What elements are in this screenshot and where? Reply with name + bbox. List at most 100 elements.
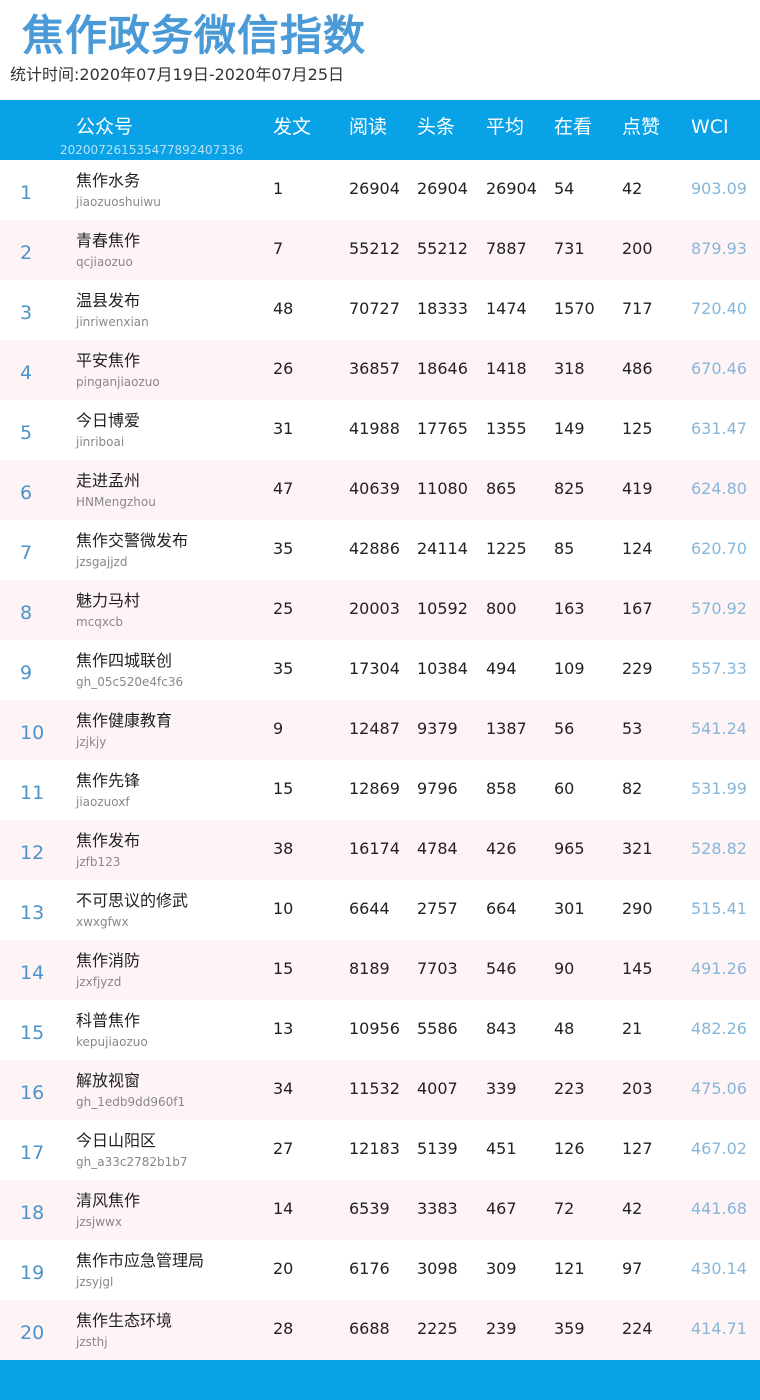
cell-reads: 36857 bbox=[349, 359, 400, 378]
account-id: jiaozuoxf bbox=[76, 795, 130, 809]
cell-posts: 28 bbox=[273, 1319, 294, 1338]
cell-headline: 24114 bbox=[417, 539, 468, 558]
cell-watching: 359 bbox=[554, 1319, 585, 1338]
cell-average: 1387 bbox=[486, 719, 527, 738]
cell-headline: 55212 bbox=[417, 239, 468, 258]
cell-average: 865 bbox=[486, 479, 517, 498]
cell-average: 26904 bbox=[486, 179, 537, 198]
cell-watching: 54 bbox=[554, 179, 575, 198]
account-name: 解放视窗 bbox=[76, 1071, 141, 1090]
cell-likes: 42 bbox=[622, 179, 643, 198]
rank-number: 5 bbox=[20, 422, 33, 444]
table-row: 4 平安焦作 pinganjiaozuo 26 36857 18646 1418 318 486… bbox=[0, 340, 760, 400]
cell-wci: 720.40 bbox=[691, 299, 747, 318]
table-row: 2 青春焦作 qcjiaozuo 7 55212 55212 7887 731 200 879.9… bbox=[0, 220, 760, 280]
cell-reads: 17304 bbox=[349, 659, 400, 678]
cell-headline: 26904 bbox=[417, 179, 468, 198]
account-id: qcjiaozuo bbox=[76, 255, 133, 269]
account-id: jiaozuoshuiwu bbox=[76, 195, 161, 209]
cell-posts: 7 bbox=[273, 239, 284, 258]
rank-number: 15 bbox=[20, 1022, 45, 1044]
cell-likes: 290 bbox=[622, 899, 653, 918]
cell-likes: 200 bbox=[622, 239, 653, 258]
account-name: 温县发布 bbox=[76, 291, 141, 310]
account-name: 焦作发布 bbox=[76, 831, 141, 850]
cell-average: 1355 bbox=[486, 419, 527, 438]
table-row: 14 焦作消防 jzxfjyzd 15 8189 7703 546 90 145 491.26 bbox=[0, 940, 760, 1000]
cell-headline: 2225 bbox=[417, 1319, 458, 1338]
cell-wci: 879.93 bbox=[691, 239, 747, 258]
account-name: 平安焦作 bbox=[76, 351, 141, 370]
cell-average: 800 bbox=[486, 599, 517, 618]
cell-wci: 441.68 bbox=[691, 1199, 747, 1218]
col-header-average: 平均 bbox=[486, 116, 525, 138]
cell-likes: 82 bbox=[622, 779, 643, 798]
account-id: jzsgajjzd bbox=[76, 555, 128, 569]
cell-watching: 56 bbox=[554, 719, 575, 738]
cell-reads: 26904 bbox=[349, 179, 400, 198]
col-header-headline: 头条 bbox=[417, 116, 456, 138]
cell-reads: 6539 bbox=[349, 1199, 390, 1218]
cell-average: 843 bbox=[486, 1019, 517, 1038]
rank-number: 14 bbox=[20, 962, 45, 984]
cell-wci: 670.46 bbox=[691, 359, 747, 378]
cell-wci: 430.14 bbox=[691, 1259, 747, 1278]
cell-watching: 90 bbox=[554, 959, 575, 978]
cell-headline: 2757 bbox=[417, 899, 458, 918]
rank-number: 8 bbox=[20, 602, 33, 624]
cell-reads: 11532 bbox=[349, 1079, 400, 1098]
cell-posts: 35 bbox=[273, 659, 294, 678]
cell-average: 339 bbox=[486, 1079, 517, 1098]
account-name: 焦作市应急管理局 bbox=[76, 1251, 205, 1270]
table-row: 7 焦作交警微发布 jzsgajjzd 35 42886 24114 1225 85 124 62… bbox=[0, 520, 760, 580]
account-id: HNMengzhou bbox=[76, 495, 156, 509]
cell-wci: 515.41 bbox=[691, 899, 747, 918]
cell-reads: 12183 bbox=[349, 1139, 400, 1158]
rank-number: 3 bbox=[20, 302, 33, 324]
table-row: 8 魅力马村 mcqxcb 25 20003 10592 800 163 167 570.92 bbox=[0, 580, 760, 640]
account-id: xwxgfwx bbox=[76, 915, 129, 929]
table-row: 18 清风焦作 jzsjwwx 14 6539 3383 467 72 42 441.68 bbox=[0, 1180, 760, 1240]
rank-number: 4 bbox=[20, 362, 33, 384]
cell-posts: 1 bbox=[273, 179, 284, 198]
cell-watching: 72 bbox=[554, 1199, 575, 1218]
account-name: 焦作生态环境 bbox=[76, 1311, 173, 1330]
cell-watching: 109 bbox=[554, 659, 585, 678]
col-header-watching: 在看 bbox=[554, 116, 593, 138]
cell-wci: 467.02 bbox=[691, 1139, 747, 1158]
cell-likes: 42 bbox=[622, 1199, 643, 1218]
cell-average: 309 bbox=[486, 1259, 517, 1278]
cell-headline: 9379 bbox=[417, 719, 458, 738]
col-header-reads: 阅读 bbox=[349, 116, 388, 138]
cell-wci: 557.33 bbox=[691, 659, 747, 678]
account-name: 今日山阳区 bbox=[76, 1131, 157, 1150]
cell-average: 546 bbox=[486, 959, 517, 978]
account-id: jzsthj bbox=[76, 1335, 108, 1349]
cell-reads: 41988 bbox=[349, 419, 400, 438]
cell-wci: 528.82 bbox=[691, 839, 747, 858]
cell-posts: 25 bbox=[273, 599, 294, 618]
cell-reads: 42886 bbox=[349, 539, 400, 558]
rank-number: 9 bbox=[20, 662, 33, 684]
footer-bar bbox=[0, 1360, 760, 1400]
cell-watching: 60 bbox=[554, 779, 575, 798]
cell-wci: 475.06 bbox=[691, 1079, 747, 1098]
cell-headline: 7703 bbox=[417, 959, 458, 978]
account-name: 魅力马村 bbox=[76, 591, 141, 610]
account-id: kepujiaozuo bbox=[76, 1035, 148, 1049]
table-row: 20 焦作生态环境 jzsthj 28 6688 2225 239 359 224 414.71 bbox=[0, 1300, 760, 1360]
cell-average: 7887 bbox=[486, 239, 527, 258]
cell-watching: 731 bbox=[554, 239, 585, 258]
account-name: 焦作水务 bbox=[76, 171, 141, 190]
cell-likes: 167 bbox=[622, 599, 653, 618]
cell-posts: 15 bbox=[273, 779, 294, 798]
cell-likes: 124 bbox=[622, 539, 653, 558]
cell-watching: 163 bbox=[554, 599, 585, 618]
cell-likes: 21 bbox=[622, 1019, 643, 1038]
cell-average: 494 bbox=[486, 659, 517, 678]
cell-wci: 624.80 bbox=[691, 479, 747, 498]
cell-posts: 35 bbox=[273, 539, 294, 558]
cell-posts: 13 bbox=[273, 1019, 294, 1038]
cell-headline: 5586 bbox=[417, 1019, 458, 1038]
cell-posts: 26 bbox=[273, 359, 294, 378]
